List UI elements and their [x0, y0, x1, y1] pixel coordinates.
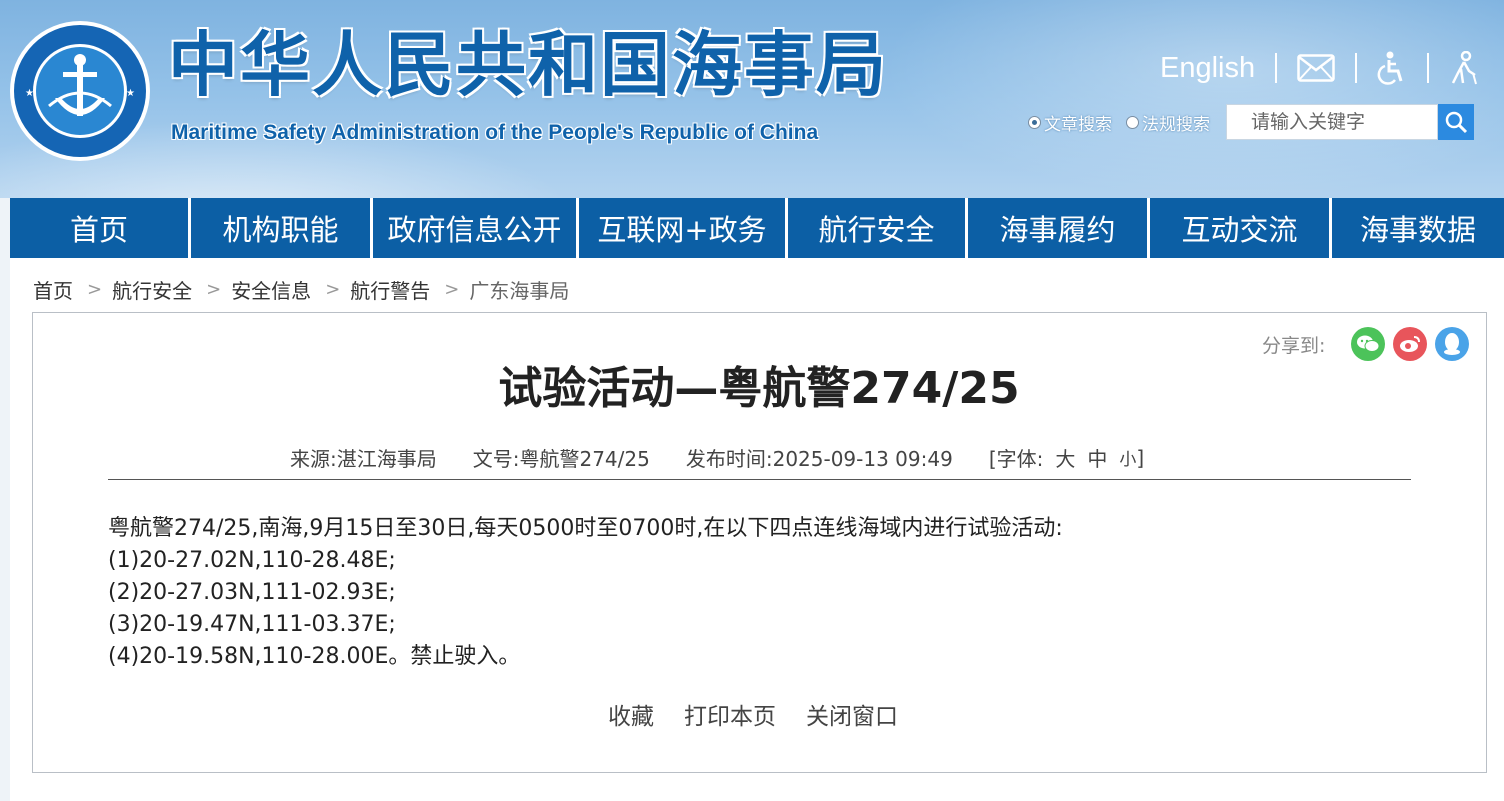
coordinate-line: (1)20-27.02N,110-28.48E;: [108, 548, 396, 573]
article-doc-number: 文号:粤航警274/25: [472, 447, 650, 471]
divider: [1355, 53, 1358, 83]
site-subtitle: Maritime Safety Administration of the Pe…: [171, 121, 819, 144]
font-size-end: ]: [1136, 445, 1145, 470]
breadcrumb-navigation-warnings[interactable]: 航行警告: [350, 275, 430, 304]
msa-emblem-logo[interactable]: ★ ★: [9, 20, 151, 162]
font-size-large[interactable]: 大: [1055, 443, 1075, 472]
coordinate-line: (4)20-19.58N,110-28.00E。禁止驶入。: [108, 644, 521, 669]
article-title: 试验活动—粤航警274/25: [498, 363, 1020, 414]
svg-text:★: ★: [25, 88, 34, 99]
font-size-medium[interactable]: 中: [1087, 443, 1107, 472]
accessibility-icon[interactable]: [1377, 51, 1407, 85]
main-nav: 首页 机构职能 政府信息公开 互联网+政务 航行安全 海事履约 互动交流 海事数…: [10, 198, 1504, 258]
search-button[interactable]: [1438, 104, 1474, 140]
nav-item-functions[interactable]: 机构职能: [191, 198, 373, 258]
nav-item-compliance[interactable]: 海事履约: [968, 198, 1150, 258]
nav-item-internet-gov[interactable]: 互联网+政务: [579, 198, 788, 258]
breadcrumb: 首页 > 航行安全 > 安全信息 > 航行警告 > 广东海事局: [33, 275, 569, 304]
article-meta: 来源:湛江海事局 文号:粤航警274/25 发布时间:2025-09-13 09…: [290, 443, 1144, 472]
elderly-care-icon[interactable]: [1449, 51, 1479, 85]
nav-item-home[interactable]: 首页: [10, 198, 191, 258]
title-divider: [108, 479, 1411, 480]
coordinate-line: (3)20-19.47N,111-03.37E;: [108, 612, 396, 637]
breadcrumb-guangdong-msa[interactable]: 广东海事局: [469, 275, 569, 304]
breadcrumb-separator: >: [206, 279, 222, 300]
search-input[interactable]: [1226, 104, 1438, 140]
article-actions: 收藏 打印本页 关闭窗口: [608, 697, 928, 731]
site-title: 中华人民共和国海事局: [168, 24, 888, 106]
top-links: English: [1160, 48, 1479, 88]
favorite-button[interactable]: 收藏: [608, 697, 654, 731]
search-bar: 文章搜索 法规搜索: [1028, 104, 1474, 140]
nav-item-navigation-safety[interactable]: 航行安全: [788, 198, 968, 258]
font-size-small[interactable]: 小: [1119, 445, 1136, 470]
nav-item-data[interactable]: 海事数据: [1332, 198, 1504, 258]
svg-text:★: ★: [126, 88, 135, 99]
print-button[interactable]: 打印本页: [684, 697, 776, 731]
divider: [1275, 53, 1278, 83]
article-source: 来源:湛江海事局: [290, 447, 437, 471]
body-paragraph: 粤航警274/25,南海,9月15日至30日,每天0500时至0700时,在以下…: [108, 516, 1063, 541]
close-window-button[interactable]: 关闭窗口: [806, 697, 898, 731]
breadcrumb-safety-info[interactable]: 安全信息: [231, 275, 311, 304]
search-icon: [1445, 111, 1468, 134]
article-publish-time: 发布时间:2025-09-13 09:49: [685, 447, 953, 471]
breadcrumb-navigation-safety[interactable]: 航行安全: [112, 275, 192, 304]
radio-selected-icon[interactable]: [1028, 115, 1041, 129]
font-size-label: [字体:: [988, 447, 1044, 471]
search-option-regulations[interactable]: 法规搜索: [1126, 110, 1210, 135]
breadcrumb-separator: >: [87, 279, 103, 300]
article-body: 粤航警274/25,南海,9月15日至30日,每天0500时至0700时,在以下…: [108, 513, 1063, 673]
mail-icon[interactable]: [1297, 54, 1335, 82]
breadcrumb-separator: >: [444, 279, 460, 300]
radio-icon[interactable]: [1126, 115, 1139, 129]
breadcrumb-home[interactable]: 首页: [33, 275, 73, 304]
search-option-articles[interactable]: 文章搜索: [1028, 110, 1112, 135]
site-header: ★ ★ 中华人民共和国海事局 Maritime Safety Administr…: [0, 0, 1504, 198]
english-link[interactable]: English: [1160, 52, 1255, 85]
coordinate-line: (2)20-27.03N,111-02.93E;: [108, 580, 396, 605]
divider: [1427, 53, 1430, 83]
nav-item-gov-info[interactable]: 政府信息公开: [373, 198, 579, 258]
breadcrumb-separator: >: [325, 279, 341, 300]
nav-item-interaction[interactable]: 互动交流: [1150, 198, 1332, 258]
